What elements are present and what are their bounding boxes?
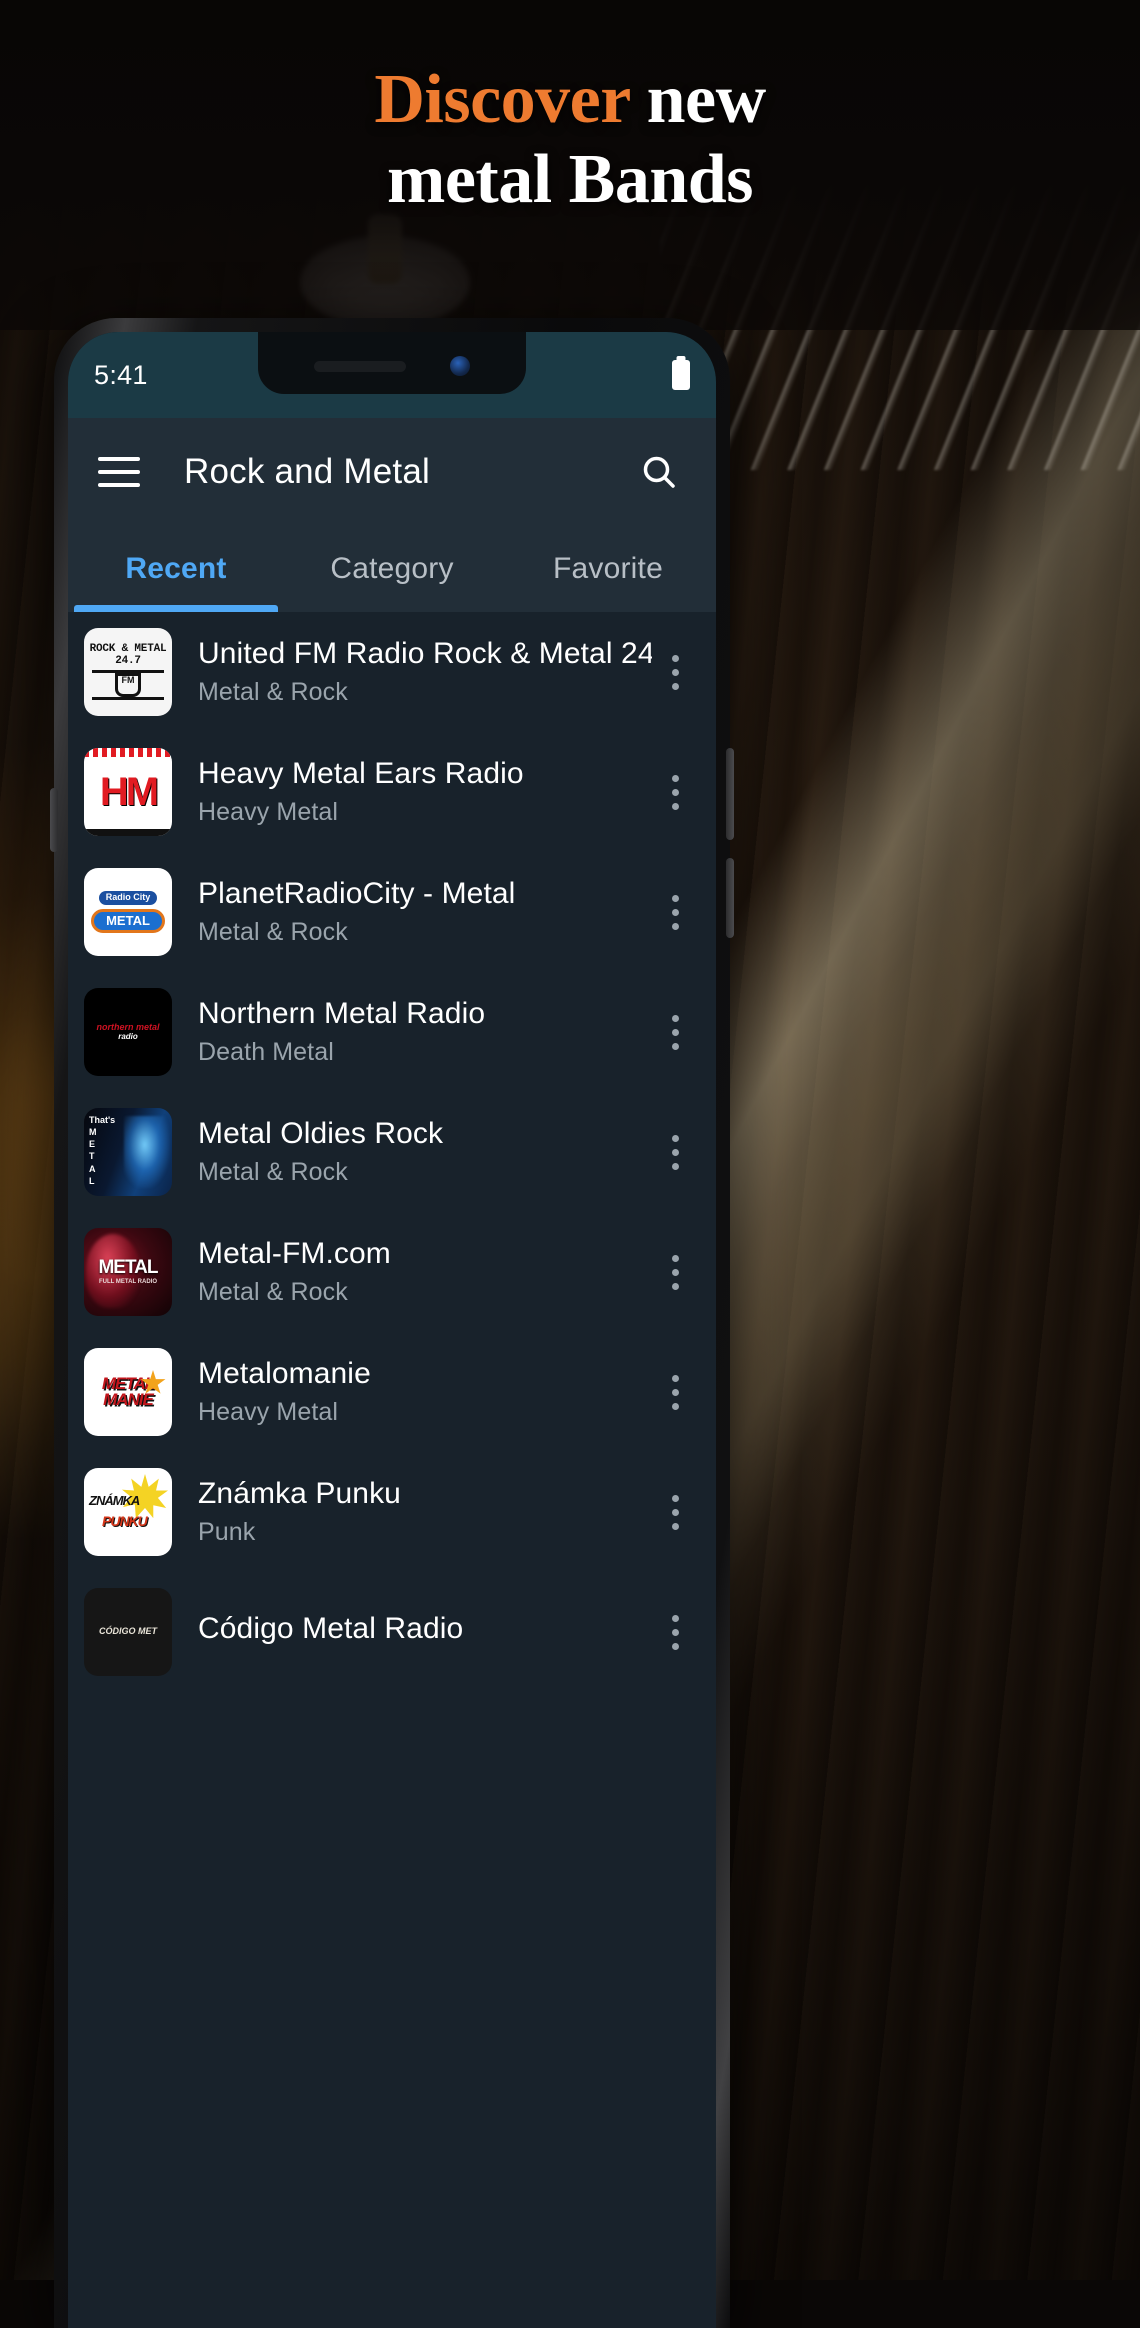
list-item-text: Heavy Metal Ears Radio Heavy Metal — [198, 757, 652, 827]
page-title: Rock and Metal — [184, 452, 430, 492]
phone-volume-up-button[interactable] — [726, 748, 734, 840]
status-bar: 5:41 — [68, 332, 716, 418]
station-title: Metal Oldies Rock — [198, 1117, 652, 1151]
metalomanie-logo: METALMANIE — [84, 1348, 172, 1436]
list-item-text: Northern Metal Radio Death Metal — [198, 997, 652, 1067]
list-item[interactable]: CÓDIGO MET Código Metal Radio — [68, 1572, 716, 1692]
station-title: Známka Punku — [198, 1477, 652, 1511]
metal-fm-logo: METAL FULL METAL RADIO — [84, 1228, 172, 1316]
list-item[interactable]: northern metal radio Northern Metal Radi… — [68, 972, 716, 1092]
list-item-text: Známka Punku Punk — [198, 1477, 652, 1547]
tab-favorite[interactable]: Favorite — [500, 526, 716, 612]
promo-headline-line-1: Discover new — [0, 60, 1140, 140]
station-genre: Metal & Rock — [198, 678, 652, 707]
list-item-text: Metal-FM.com Metal & Rock — [198, 1237, 652, 1307]
promo-headline: Discover new metal Bands — [0, 60, 1140, 220]
codigo-metal-logo: CÓDIGO MET — [84, 1588, 172, 1676]
kebab-menu-icon[interactable] — [652, 997, 698, 1067]
list-item[interactable]: ZNÁMKA PUNKU Známka Punku Punk — [68, 1452, 716, 1572]
station-genre: Metal & Rock — [198, 1158, 652, 1187]
united-fm-logo: ROCK & METAL 24.7 FM — [84, 628, 172, 716]
tab-bar: Recent Category Favorite — [68, 526, 716, 612]
tab-category[interactable]: Category — [284, 526, 500, 612]
station-genre: Punk — [198, 1518, 652, 1547]
list-item-text: Código Metal Radio — [198, 1612, 652, 1653]
station-title: Metalomanie — [198, 1357, 652, 1391]
search-icon[interactable] — [632, 445, 686, 499]
station-genre: Metal & Rock — [198, 918, 652, 947]
metal-oldies-logo: That'sMETAL — [84, 1108, 172, 1196]
list-item[interactable]: METAL FULL METAL RADIO Metal-FM.com Meta… — [68, 1212, 716, 1332]
list-item-text: United FM Radio Rock & Metal 24.7 Metal … — [198, 637, 652, 707]
battery-full-icon — [672, 360, 690, 390]
station-list[interactable]: ROCK & METAL 24.7 FM United FM Radio Roc… — [68, 612, 716, 2328]
phone-screen: 5:41 Rock and Metal Rece — [68, 332, 716, 2328]
kebab-menu-icon[interactable] — [652, 1597, 698, 1667]
kebab-menu-icon[interactable] — [652, 757, 698, 827]
list-item-text: PlanetRadioCity - Metal Metal & Rock — [198, 877, 652, 947]
list-item[interactable]: ROCK & METAL 24.7 FM United FM Radio Roc… — [68, 612, 716, 732]
planet-radio-city-logo: Radio City METAL — [84, 868, 172, 956]
station-title: Heavy Metal Ears Radio — [198, 757, 652, 791]
kebab-menu-icon[interactable] — [652, 1477, 698, 1547]
list-item[interactable]: METALMANIE Metalomanie Heavy Metal — [68, 1332, 716, 1452]
list-item[interactable]: HM Heavy Metal Ears Radio Heavy Metal — [68, 732, 716, 852]
kebab-menu-icon[interactable] — [652, 877, 698, 947]
app-bar: Rock and Metal — [68, 418, 716, 526]
station-title: Código Metal Radio — [198, 1612, 652, 1646]
kebab-menu-icon[interactable] — [652, 1237, 698, 1307]
list-item-text: Metalomanie Heavy Metal — [198, 1357, 652, 1427]
hamburger-menu-icon[interactable] — [98, 457, 140, 487]
earpiece-speaker-icon — [314, 361, 406, 372]
front-camera-icon — [450, 356, 470, 376]
phone-power-button[interactable] — [50, 788, 58, 852]
kebab-menu-icon[interactable] — [652, 1117, 698, 1187]
znamka-punku-logo: ZNÁMKA PUNKU — [84, 1468, 172, 1556]
list-item[interactable]: That'sMETAL Metal Oldies Rock Metal & Ro… — [68, 1092, 716, 1212]
phone-notch — [258, 332, 526, 394]
station-title: Metal-FM.com — [198, 1237, 652, 1271]
kebab-menu-icon[interactable] — [652, 637, 698, 707]
phone-volume-down-button[interactable] — [726, 858, 734, 938]
promo-headline-accent: Discover — [374, 61, 629, 138]
station-title: Northern Metal Radio — [198, 997, 652, 1031]
promo-headline-line-2: metal Bands — [0, 140, 1140, 220]
status-bar-icons — [672, 360, 690, 390]
list-item[interactable]: Radio City METAL PlanetRadioCity - Metal… — [68, 852, 716, 972]
station-genre: Metal & Rock — [198, 1278, 652, 1307]
tab-recent[interactable]: Recent — [68, 526, 284, 612]
northern-metal-logo: northern metal radio — [84, 988, 172, 1076]
promo-headline-rest: new — [630, 61, 766, 138]
phone-mockup: 5:41 Rock and Metal Rece — [54, 318, 730, 2328]
station-title: United FM Radio Rock & Metal 24.7 — [198, 637, 652, 671]
list-item-text: Metal Oldies Rock Metal & Rock — [198, 1117, 652, 1187]
kebab-menu-icon[interactable] — [652, 1357, 698, 1427]
station-genre: Heavy Metal — [198, 798, 652, 827]
station-genre: Death Metal — [198, 1038, 652, 1067]
heavy-metal-ears-logo: HM — [84, 748, 172, 836]
status-bar-clock: 5:41 — [94, 360, 148, 391]
station-genre: Heavy Metal — [198, 1398, 652, 1427]
station-title: PlanetRadioCity - Metal — [198, 877, 652, 911]
